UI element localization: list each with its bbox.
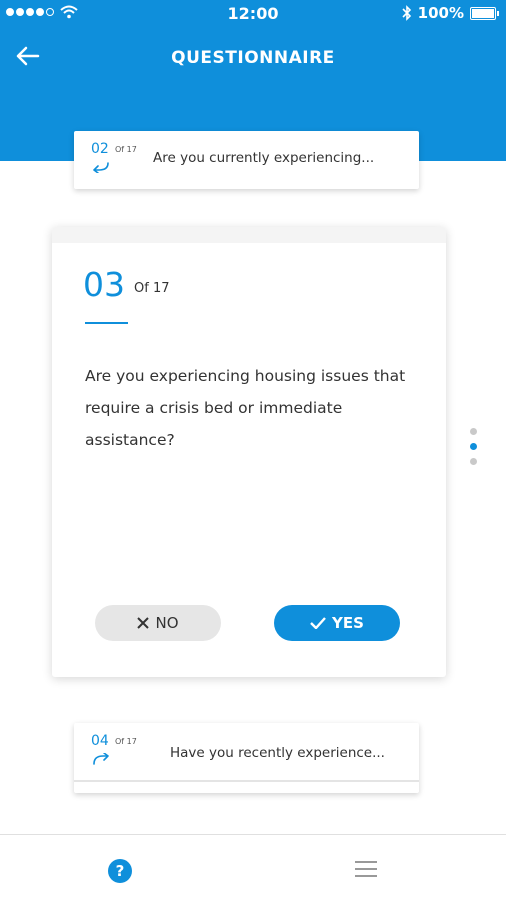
help-glyph: ? (115, 862, 125, 880)
question-number: 03 (83, 265, 125, 304)
next-question-number: 04 (91, 733, 109, 749)
yes-button[interactable]: YES (274, 605, 400, 641)
question-total: Of 17 (134, 281, 170, 296)
help-icon[interactable]: ? (108, 859, 132, 883)
pager-dots (470, 428, 478, 473)
forward-arrow-icon (93, 753, 109, 765)
no-button-label: NO (155, 614, 179, 632)
next-question-text: Have you recently experience... (170, 745, 385, 761)
pager-dot[interactable] (470, 428, 477, 435)
battery-icon (470, 6, 499, 20)
next-question-total: Of 17 (115, 737, 137, 746)
bluetooth-icon (402, 5, 411, 21)
return-arrow-icon (93, 162, 109, 173)
current-question-card: 03 Of 17 Are you experiencing housing is… (52, 227, 446, 677)
battery-percent: 100% (417, 4, 464, 22)
close-icon (137, 617, 150, 629)
bottom-tab-bar: ? (0, 834, 506, 900)
no-button[interactable]: NO (95, 605, 221, 641)
previous-question-number: 02 (91, 141, 109, 157)
previous-question-text: Are you currently experiencing... (153, 150, 375, 166)
question-text: Are you experiencing housing issues that… (85, 367, 406, 449)
previous-question-total: Of 17 (115, 145, 137, 154)
yes-button-label: YES (332, 614, 364, 632)
card-header-strip (52, 227, 446, 243)
menu-icon[interactable] (355, 861, 377, 881)
pager-dot[interactable] (470, 458, 477, 465)
check-icon (310, 617, 326, 629)
status-bar: 12:00 100% (0, 0, 506, 28)
card-divider (74, 780, 419, 782)
next-question-card[interactable]: 04 Of 17 Have you recently experience... (74, 723, 419, 793)
pager-dot-active[interactable] (470, 443, 477, 450)
question-number-underline (85, 322, 128, 324)
page-title: QUESTIONNAIRE (171, 48, 335, 68)
previous-question-card[interactable]: 02 Of 17 Are you currently experiencing.… (74, 131, 419, 189)
